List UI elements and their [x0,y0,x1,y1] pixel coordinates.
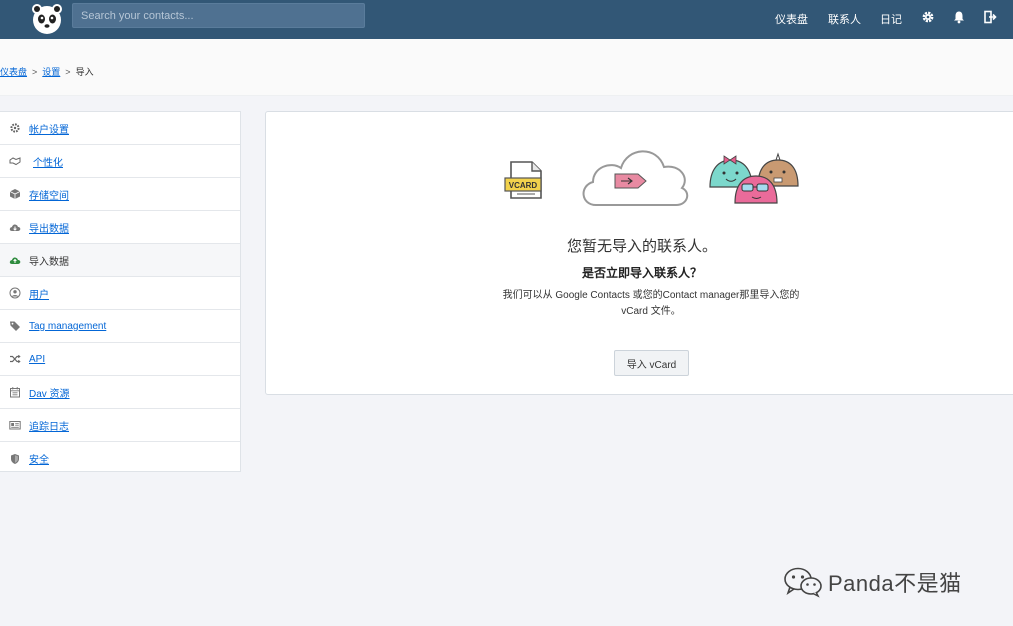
breadcrumb-settings-link[interactable]: 设置 [42,67,60,77]
breadcrumb-bar: 仪表盘 > 设置 > 导入 [0,39,1013,96]
sidebar-item-label: 用户 [29,289,49,301]
sidebar-item-label: 安全 [29,455,49,466]
wechat-icon [784,567,822,598]
sidebar-item-label: 追踪日志 [29,421,69,433]
sidebar-item-storage[interactable]: 存储空间 [0,178,240,211]
panda-logo-icon[interactable] [30,2,64,36]
breadcrumb-separator: > [32,67,38,77]
empty-state-question: 是否立即导入联系人？ [581,266,702,280]
import-illustration: VCARD [504,150,799,206]
top-navbar: 仪表盘 联系人 日记 [0,0,1013,39]
contacts-characters-icon [709,152,799,204]
id-card-icon [9,421,21,430]
sidebar-item-label: 存储空间 [29,190,69,202]
handshake-icon [9,157,21,166]
search-input[interactable] [72,3,365,28]
sidebar-item-dav-resources[interactable]: Dav 资源 [0,376,240,409]
sidebar-item-label: Dav 资源 [29,388,70,400]
gear-icon [10,123,20,133]
sign-out-icon[interactable] [983,10,997,24]
sidebar-item-label: 帐户设置 [29,124,69,136]
calendar-icon [10,387,20,398]
breadcrumb: 仪表盘 > 设置 > 导入 [0,65,94,78]
sidebar-item-tag-management[interactable]: Tag management [0,310,240,343]
import-empty-state-card: VCARD 您暂无导入的联系人。 是否立即导入联系人？ 我们可以从 Google… [265,111,1013,395]
bell-icon[interactable] [952,10,966,24]
sidebar-item-security[interactable]: 安全 [0,442,240,475]
cloud-download-icon [9,224,21,231]
settings-sidebar: 帐户设置 个性化 存储空间 导出数据 导入数据 用户 Tag managemen… [0,111,241,472]
breadcrumb-separator: > [65,67,71,77]
empty-state-description: 我们可以从 Google Contacts 或您的Contact manager… [502,290,800,317]
nav-journal-link[interactable]: 日记 [880,11,902,27]
cloud-icon [582,150,689,206]
nav-contacts-link[interactable]: 联系人 [828,11,861,27]
nav-dashboard-link[interactable]: 仪表盘 [775,11,808,27]
watermark-text: Panda不是猫 [828,571,962,596]
tags-icon [10,321,20,331]
import-vcard-button[interactable]: 导入 vCard [614,350,689,376]
sidebar-item-api[interactable]: API [0,343,240,376]
sidebar-item-import-data[interactable]: 导入数据 [0,244,240,277]
random-icon [10,354,21,364]
vcard-file-label: VCARD [509,181,538,190]
user-circle-icon [9,287,21,299]
sidebar-item-label: API [29,353,46,365]
sidebar-item-audit-logs[interactable]: 追踪日志 [0,409,240,442]
watermark: Panda不是猫 [782,565,962,599]
breadcrumb-dashboard-link[interactable]: 仪表盘 [0,67,27,77]
empty-state-title: 您暂无导入的联系人。 [566,238,717,255]
sidebar-item-label: 个性化 [33,157,63,169]
gear-icon[interactable] [921,10,935,24]
shield-icon [11,453,19,464]
sidebar-item-export-data[interactable]: 导出数据 [0,211,240,244]
cloud-upload-icon [9,257,21,264]
breadcrumb-current: 导入 [75,67,94,77]
sidebar-item-label: 导出数据 [29,223,69,235]
sidebar-item-account-settings[interactable]: 帐户设置 [0,112,240,145]
sidebar-item-personalization[interactable]: 个性化 [0,145,240,178]
sidebar-item-users[interactable]: 用户 [0,277,240,310]
vcard-file-icon: VCARD [504,161,542,199]
sidebar-item-label: Tag management [29,320,107,332]
cube-icon [9,189,21,199]
sidebar-item-label: 导入数据 [29,256,69,268]
